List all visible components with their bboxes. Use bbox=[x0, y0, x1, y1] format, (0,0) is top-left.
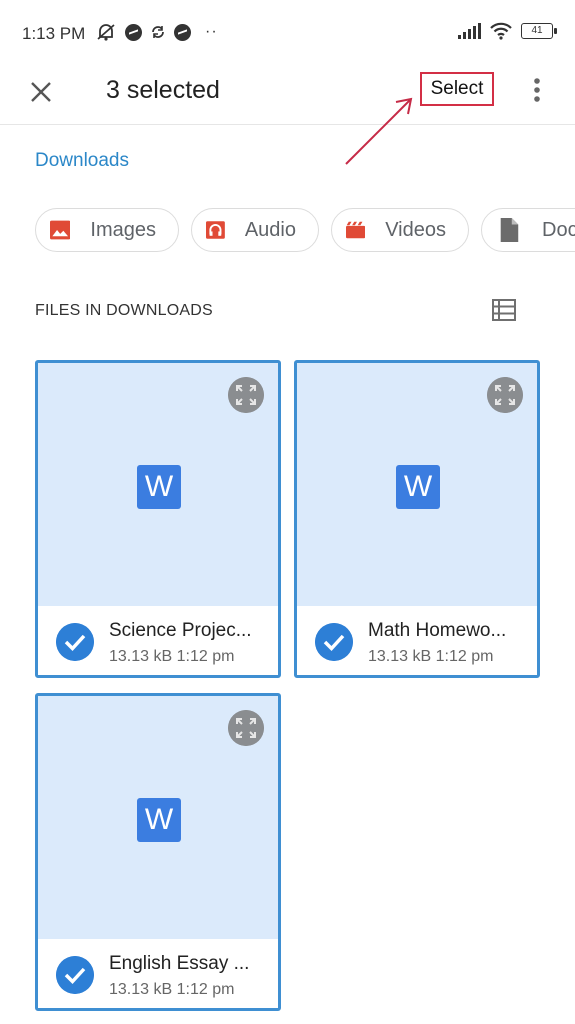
selected-check-icon[interactable] bbox=[56, 956, 94, 994]
more-vert-icon[interactable] bbox=[526, 76, 548, 104]
category-chips: Images Audio Videos Doc bbox=[35, 208, 575, 252]
expand-preview-icon[interactable] bbox=[228, 710, 264, 746]
word-document-icon: W bbox=[396, 465, 440, 509]
chip-documents[interactable]: Doc bbox=[481, 208, 575, 252]
annotation-arrow bbox=[345, 97, 413, 165]
file-meta: 13.13 kB 1:12 pm bbox=[109, 981, 234, 999]
status-bar: 1:13 PM ·· 41 bbox=[0, 0, 575, 60]
signal-icon bbox=[458, 23, 481, 39]
selection-count-title: 3 selected bbox=[106, 76, 220, 104]
image-icon bbox=[50, 220, 71, 240]
file-thumbnail: W bbox=[38, 363, 278, 606]
file-card[interactable]: W Math Homewo... 13.13 kB 1:12 pm bbox=[294, 360, 540, 678]
selected-check-icon[interactable] bbox=[56, 623, 94, 661]
expand-preview-icon[interactable] bbox=[228, 377, 264, 413]
messenger-icon bbox=[174, 23, 191, 41]
word-document-icon: W bbox=[137, 465, 181, 509]
file-thumbnail: W bbox=[38, 696, 278, 939]
chip-videos[interactable]: Videos bbox=[331, 208, 469, 252]
chip-label: Doc bbox=[542, 218, 575, 241]
document-icon bbox=[500, 218, 519, 242]
system-icons: 41 bbox=[457, 22, 557, 40]
chip-label: Images bbox=[90, 218, 156, 241]
messenger-icon bbox=[125, 23, 142, 41]
headphones-icon bbox=[206, 221, 225, 239]
chip-label: Audio bbox=[244, 218, 296, 241]
chip-audio[interactable]: Audio bbox=[191, 208, 319, 252]
chip-label: Videos bbox=[385, 218, 446, 241]
file-footer: Science Projec... 13.13 kB 1:12 pm bbox=[38, 606, 278, 675]
file-name: Math Homewo... bbox=[368, 620, 507, 641]
more-notifications-icon: ·· bbox=[205, 23, 218, 40]
wifi-icon bbox=[490, 22, 512, 40]
word-document-icon: W bbox=[137, 798, 181, 842]
battery-icon: 41 bbox=[521, 23, 557, 39]
muted-alarm-icon bbox=[97, 24, 115, 41]
clapperboard-icon bbox=[346, 221, 366, 239]
file-card[interactable]: W Science Projec... 13.13 kB 1:12 pm bbox=[35, 360, 281, 678]
file-name: English Essay ... bbox=[109, 953, 250, 974]
list-view-icon[interactable] bbox=[492, 299, 516, 321]
chip-images[interactable]: Images bbox=[35, 208, 179, 252]
selected-check-icon[interactable] bbox=[315, 623, 353, 661]
select-button[interactable]: Select bbox=[420, 72, 494, 106]
file-size: 13.13 kB bbox=[109, 981, 173, 998]
sync-icon bbox=[152, 26, 164, 38]
close-icon[interactable] bbox=[25, 76, 57, 108]
file-time: 1:12 pm bbox=[435, 648, 494, 665]
file-footer: English Essay ... 13.13 kB 1:12 pm bbox=[38, 939, 278, 1008]
file-size: 13.13 kB bbox=[368, 648, 432, 665]
file-footer: Math Homewo... 13.13 kB 1:12 pm bbox=[297, 606, 537, 675]
notification-icons: ·· bbox=[95, 22, 218, 42]
file-time: 1:12 pm bbox=[176, 981, 235, 998]
file-name: Science Projec... bbox=[109, 620, 252, 641]
status-time: 1:13 PM bbox=[22, 24, 86, 43]
file-time: 1:12 pm bbox=[176, 648, 235, 665]
breadcrumb-downloads[interactable]: Downloads bbox=[35, 150, 129, 172]
files-section-title: FILES IN DOWNLOADS bbox=[35, 302, 213, 319]
expand-preview-icon[interactable] bbox=[487, 377, 523, 413]
file-meta: 13.13 kB 1:12 pm bbox=[109, 648, 234, 666]
file-thumbnail: W bbox=[297, 363, 537, 606]
file-size: 13.13 kB bbox=[109, 648, 173, 665]
file-card[interactable]: W English Essay ... 13.13 kB 1:12 pm bbox=[35, 693, 281, 1011]
file-meta: 13.13 kB 1:12 pm bbox=[368, 648, 493, 666]
